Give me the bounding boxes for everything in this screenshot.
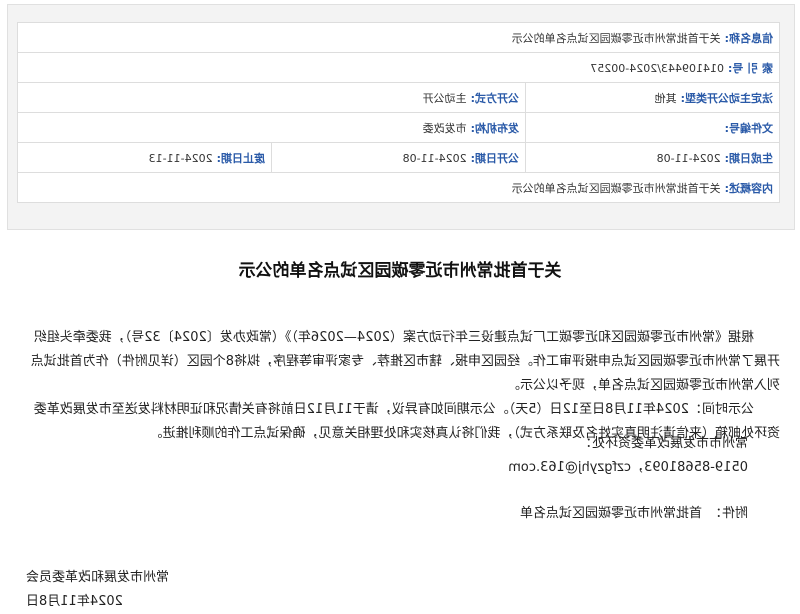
contact-unit: 常州市市发展改革委资环处：: [578, 436, 748, 451]
meta-row-dates: 生成日期:2024-11-08 公开日期:2024-11-08 废止日期:202…: [17, 142, 780, 173]
open-date-value: 2024-11-08: [402, 151, 467, 165]
open-method-label: 公开方式:: [470, 91, 519, 105]
metadata-table: 信息名称:关于首批常州市近零碳园区试点名单的公示 索 引 号:014109443…: [17, 22, 780, 203]
legal-method-label: 法定主动公开类型:: [680, 91, 773, 105]
article-title: 关于首批常州市近零碳园区试点名单的公示: [238, 261, 562, 281]
gen-date-label: 生成日期:: [724, 151, 773, 165]
contact-tel-email: 0519-85681093，czfgzyhj@163.com: [508, 460, 748, 475]
meta-row-method: 法定主动公开类型:其他 公开方式:主动公开: [17, 82, 780, 113]
issuer-value: 市发改委: [422, 121, 467, 135]
expire-date-value: 2024-11-13: [148, 151, 213, 165]
summary-value: 关于首批常州市近零碳园区试点名单的公示: [511, 181, 721, 195]
open-date-label: 公开日期:: [470, 151, 519, 165]
open-method-value: 主动公开: [422, 91, 467, 105]
meta-row-summary: 内容概述:关于首批常州市近零碳园区试点名单的公示: [17, 172, 780, 203]
mirrored-page: 信息名称:关于首批常州市近零碳园区试点名单的公示 索 引 号:014109443…: [0, 0, 800, 614]
legal-method-value: 其他: [654, 91, 677, 105]
attachment-label: 附件：: [708, 506, 748, 521]
index-label: 索 引 号:: [727, 61, 773, 75]
summary-label: 内容概述:: [724, 181, 773, 195]
signature-date: 2024年11月8日: [26, 594, 123, 609]
meta-row-index: 索 引 号:014109443/2024-00257: [17, 52, 780, 83]
expire-date-label: 废止日期:: [216, 151, 265, 165]
signature: 常州市发展和改革委员会: [26, 570, 170, 585]
body-paragraph-basis: 根据《常州市近零碳园区和近零碳工厂试点建设三年行动方案（2024—2026年）》…: [30, 330, 780, 393]
meta-row-doc: 文件编号: 发布机构:市发改委: [17, 112, 780, 143]
doc-number-label: 文件编号:: [724, 121, 773, 135]
gen-date-value: 2024-11-08: [656, 151, 721, 165]
info-name-value: 关于首批常州市近零碳园区试点名单的公示: [511, 31, 721, 45]
attachment-link[interactable]: 首批常州市近零碳园区试点名单: [520, 502, 702, 526]
index-value: 014109443/2024-00257: [590, 61, 724, 75]
info-name-label: 信息名称:: [724, 31, 773, 45]
issuer-label: 发布机构:: [470, 121, 519, 135]
metadata-panel: 信息名称:关于首批常州市近零碳园区试点名单的公示 索 引 号:014109443…: [7, 4, 795, 230]
meta-row-info-name: 信息名称:关于首批常州市近零碳园区试点名单的公示: [17, 22, 780, 53]
